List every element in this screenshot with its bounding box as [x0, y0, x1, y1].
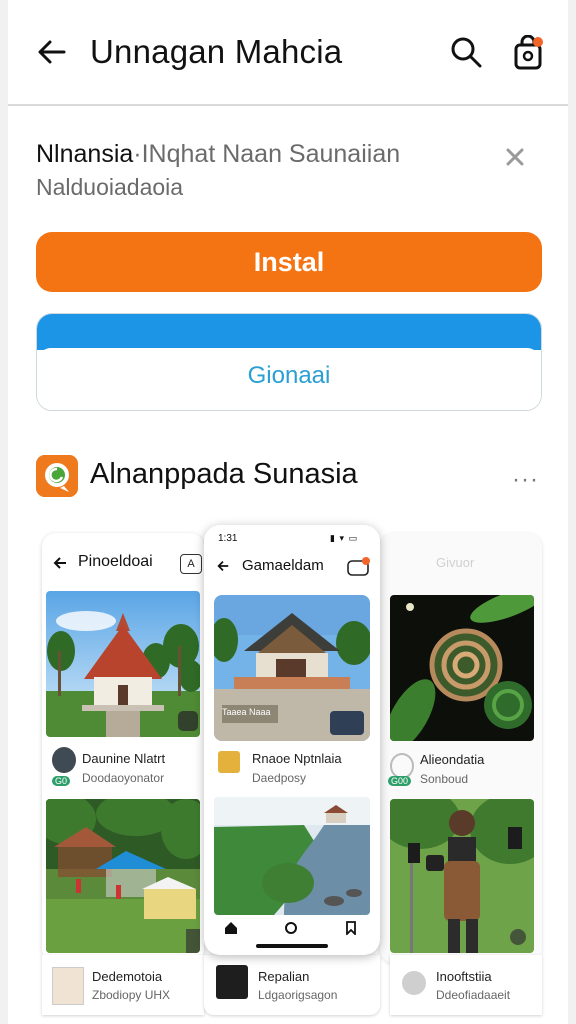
- shopping-bag-icon: [347, 557, 370, 576]
- section-title: Alnanppada Sunasia: [90, 458, 358, 490]
- app-logo-icon: [36, 455, 78, 497]
- market-image: [46, 799, 200, 953]
- circle-icon[interactable]: [284, 921, 298, 935]
- open-button-label: Gionaai: [247, 362, 331, 389]
- screenshot-title: Givuor: [436, 555, 475, 570]
- close-icon[interactable]: [504, 146, 526, 168]
- page-title: Unnagan Mahcia: [90, 33, 343, 70]
- avatar: [52, 747, 76, 773]
- screenshot-gallery[interactable]: Pinoeldoai A G0 Daunine Nlatrt Doodaoyon…: [8, 525, 568, 1024]
- arrow-left-icon[interactable]: [34, 34, 70, 70]
- thumbnail: [52, 967, 84, 1005]
- bookmark-icon[interactable]: [344, 921, 358, 935]
- screenshot-title: Pinoeldoai: [78, 553, 153, 570]
- screenshot-card-right[interactable]: Givuor G00 Alieondatia Sonboud: [380, 533, 542, 963]
- screenshot-header: Pinoeldoai A: [42, 533, 204, 591]
- more-options-icon[interactable]: ···: [512, 466, 539, 494]
- pavilion-image: [214, 595, 370, 741]
- list-item-title: Repalian: [258, 969, 310, 984]
- app-info-detail: ·INqhat Naan Saunaiian: [133, 140, 401, 168]
- avatar: [402, 971, 426, 995]
- rating-badge: G0: [52, 776, 71, 786]
- app-info-line: Nlnansia·INqhat Naan Saunaiian: [36, 140, 400, 169]
- open-button-band: [37, 314, 541, 350]
- arrow-left-icon: [217, 561, 229, 571]
- thumbnail: [218, 751, 240, 773]
- spiral-plant-image: [390, 595, 534, 741]
- screenshot-card-center[interactable]: 1:31 ▮ ▾ ▭ Gamaeldam Taaea Naaa Rnaoe Np…: [204, 525, 380, 955]
- list-item-title: Inooftstiia: [436, 969, 492, 984]
- bottom-nav: [204, 915, 380, 955]
- top-app-bar: Unnagan Mahcia: [8, 0, 568, 106]
- arrow-left-icon: [53, 557, 66, 569]
- open-button[interactable]: Gionaai: [36, 313, 542, 411]
- rating-badge: G00: [388, 776, 412, 786]
- photographer-image: [390, 799, 534, 953]
- list-item-subtitle: Ddeofiadaaeit: [436, 988, 511, 1002]
- list-item-subtitle: Sonboud: [420, 772, 469, 786]
- bottom-card-left[interactable]: Dedemotoia Zbodiopy UHX: [42, 955, 204, 1015]
- expand-icon[interactable]: [178, 711, 198, 731]
- river-image: [214, 797, 370, 915]
- list-item-title: Daunine Nlatrt: [82, 751, 166, 766]
- search-icon[interactable]: [450, 36, 482, 68]
- list-item-subtitle: Ldgaorigsagon: [258, 988, 338, 1002]
- list-item-subtitle: Zbodiopy UHX: [92, 988, 171, 1002]
- home-indicator: [256, 944, 328, 948]
- screenshot-badge: A: [180, 554, 202, 574]
- bottom-card-center[interactable]: Repalian Ldgaorigsagon: [204, 955, 380, 1015]
- image-overlay-text: Taaea Naaa: [222, 707, 271, 717]
- temple-image: [46, 591, 200, 737]
- shopping-bag-icon[interactable]: [512, 35, 546, 71]
- app-logo: [36, 455, 78, 497]
- app-info-subline: Nalduoiadaoia: [36, 174, 184, 200]
- install-button[interactable]: Instal: [36, 232, 542, 292]
- thumbnail: [216, 965, 248, 999]
- screenshot-card-left[interactable]: Pinoeldoai A G0 Daunine Nlatrt Doodaoyon…: [42, 533, 204, 963]
- list-item-subtitle: Doodaoyonator: [82, 771, 165, 785]
- status-time: 1:31: [218, 533, 238, 544]
- home-icon[interactable]: [224, 921, 238, 935]
- list-item-title: Rnaoe Nptnlaia: [252, 751, 342, 766]
- list-item-title: Dedemotoia: [92, 969, 163, 984]
- app-info-name: Nlnansia: [36, 140, 134, 168]
- app-detail-page: Unnagan Mahcia Nlnansia·INqhat Naan Saun…: [8, 0, 568, 1024]
- list-item-subtitle: Daedposy: [252, 771, 307, 785]
- status-icons: ▮ ▾ ▭: [330, 533, 358, 543]
- screenshot-title: Gamaeldam: [242, 557, 324, 574]
- list-item-title: Alieondatia: [420, 752, 485, 767]
- bottom-card-right[interactable]: Inooftstiia Ddeofiadaaeit: [390, 955, 542, 1015]
